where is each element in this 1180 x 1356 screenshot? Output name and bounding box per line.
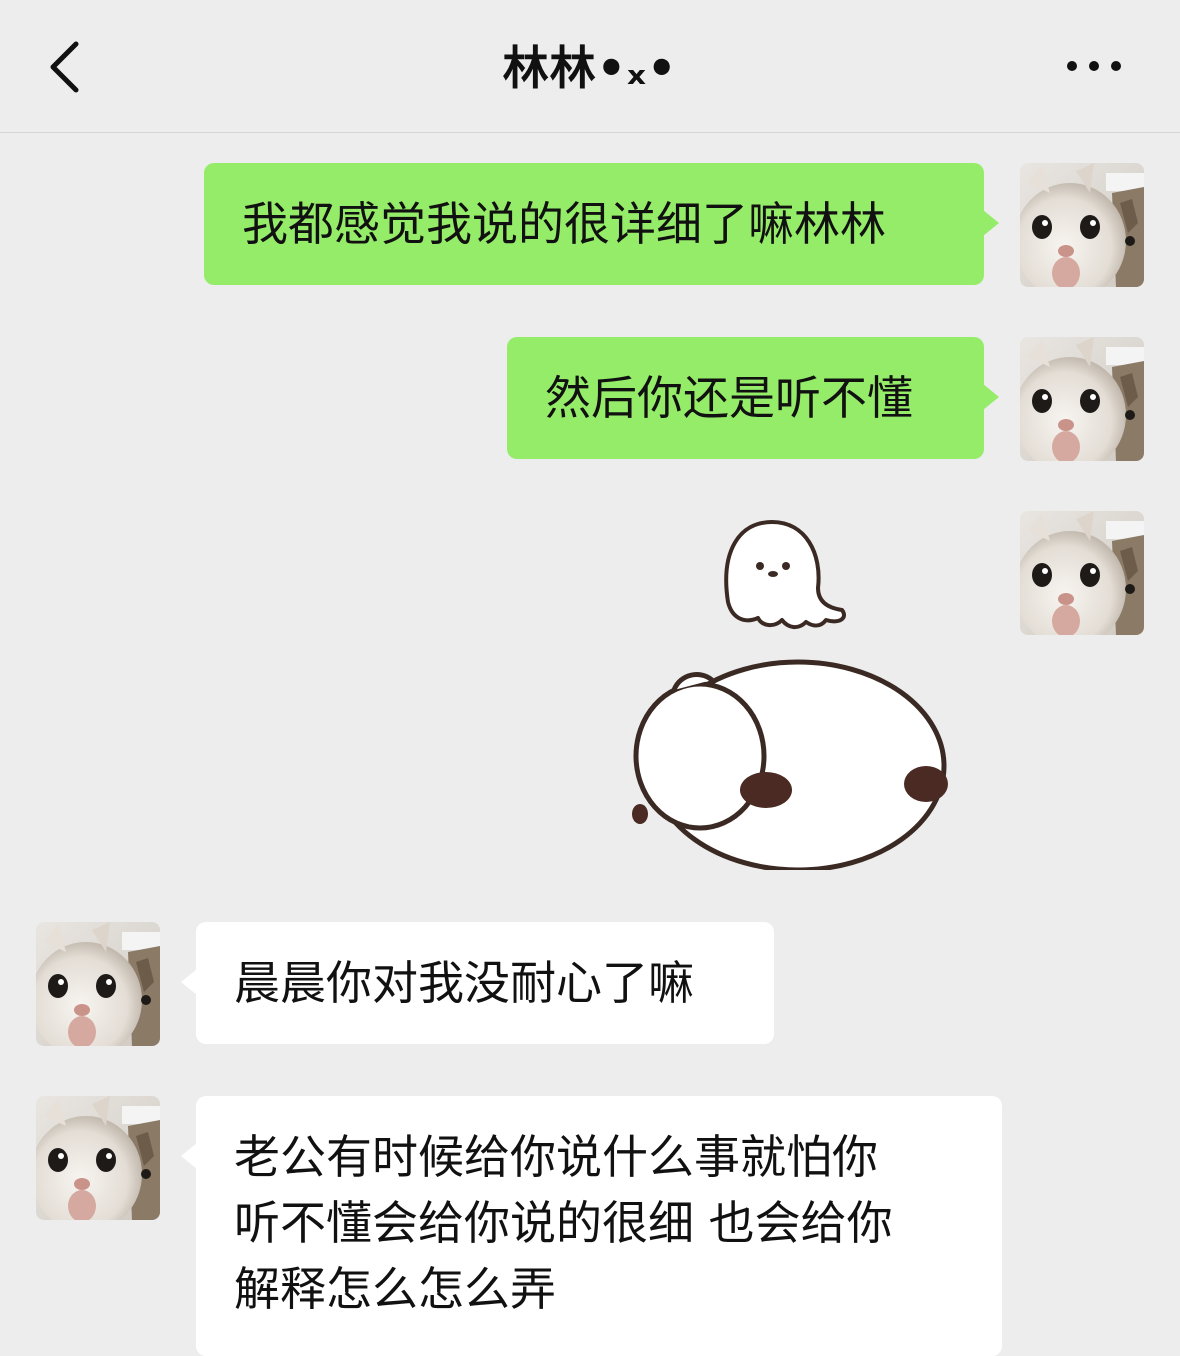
chat-title: 林林•ₓ•: [502, 41, 678, 95]
message-text: 然后你还是听不懂: [545, 371, 913, 425]
contact-avatar[interactable]: [36, 922, 160, 1046]
bubble-tail: [181, 969, 197, 995]
message-text: 晨晨你对我没耐心了嘛: [234, 956, 694, 1010]
bubble-tail: [983, 210, 999, 236]
ghost-and-bun-sticker[interactable]: [620, 510, 960, 873]
my-avatar[interactable]: [1020, 337, 1144, 461]
more-button[interactable]: [1058, 48, 1128, 84]
message-bubble-received[interactable]: 老公有时候给你说什么事就怕你 听不懂会给你说的很细 也会给你 解释怎么怎么弄: [181, 1096, 1002, 1356]
my-avatar[interactable]: [1020, 163, 1144, 287]
more-dots-icon: [1067, 61, 1121, 71]
message-text: 我都感觉我说的很详细了嘛林林: [242, 197, 886, 251]
message-line: 解释怎么怎么弄: [234, 1262, 556, 1316]
message-line: 老公有时候给你说什么事就怕你: [234, 1130, 878, 1184]
my-avatar[interactable]: [1020, 511, 1144, 635]
bubble-tail: [181, 1143, 197, 1169]
message-bubble-sent[interactable]: 我都感觉我说的很详细了嘛林林: [204, 163, 999, 285]
chat-header: 林林•ₓ•: [0, 0, 1180, 133]
bubble-tail: [983, 384, 999, 410]
message-bubble-sent[interactable]: 然后你还是听不懂: [507, 337, 999, 459]
message-bubble-received[interactable]: 晨晨你对我没耐心了嘛: [181, 922, 774, 1044]
message-line: 听不懂会给你说的很细 也会给你: [234, 1196, 893, 1250]
contact-avatar[interactable]: [36, 1096, 160, 1220]
